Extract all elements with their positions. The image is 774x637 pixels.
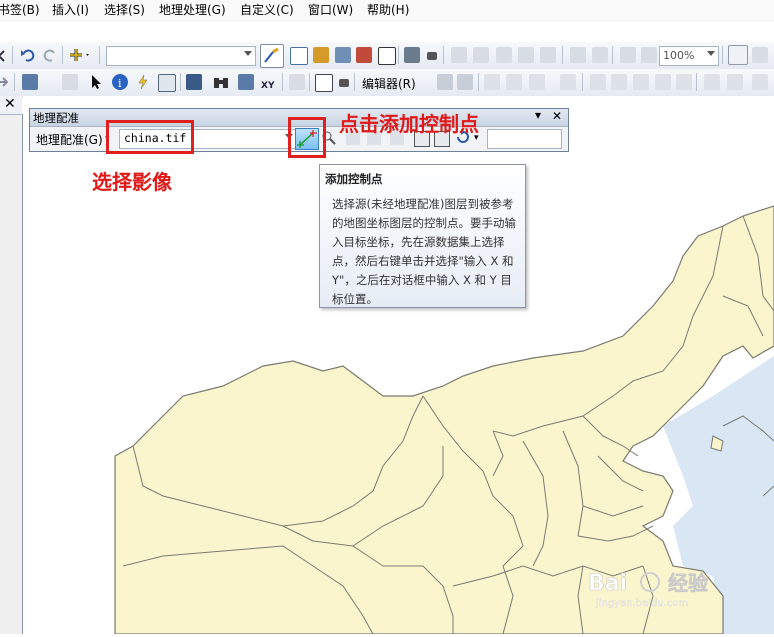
georeferencing-title: 地理配准 bbox=[33, 111, 79, 125]
annotation-select-image: 选择影像 bbox=[92, 170, 172, 194]
end-point-arc-icon[interactable] bbox=[506, 74, 522, 90]
python-window-icon[interactable] bbox=[378, 47, 396, 65]
chevron-left-icon[interactable] bbox=[0, 48, 6, 64]
baidu-logo: Bai 经验 jingyan.baidu.com bbox=[588, 571, 709, 609]
zoom-out-page-icon[interactable] bbox=[592, 47, 608, 63]
edit-annotation-icon[interactable] bbox=[457, 74, 473, 90]
undo-icon[interactable] bbox=[20, 47, 36, 63]
georeferencing-menu[interactable]: 地理配准(G) bbox=[36, 131, 103, 148]
redo-icon[interactable] bbox=[42, 47, 58, 63]
previous-extent-icon[interactable] bbox=[620, 47, 636, 63]
menu-bookmarks[interactable]: 书签(B) bbox=[0, 2, 40, 18]
sketch-properties-icon[interactable] bbox=[727, 74, 743, 90]
clear-selection-icon[interactable] bbox=[62, 74, 78, 90]
arrow-right-icon[interactable] bbox=[0, 74, 9, 90]
catalog-icon[interactable] bbox=[313, 47, 329, 63]
menu-selection[interactable]: 选择(S) bbox=[104, 2, 145, 18]
zoom-in-page-icon[interactable] bbox=[570, 47, 586, 63]
fixed-zoom-in-icon[interactable] bbox=[451, 47, 467, 63]
point-icon[interactable] bbox=[560, 74, 576, 90]
svg-text:XY: XY bbox=[261, 81, 275, 90]
page-layout-icon[interactable] bbox=[728, 45, 748, 65]
hyperlink-icon[interactable] bbox=[135, 74, 151, 90]
viewer-window-icon[interactable] bbox=[315, 74, 333, 92]
menu-help[interactable]: 帮助(H) bbox=[367, 2, 409, 18]
edit-tool-icon[interactable] bbox=[437, 74, 453, 90]
close-icon[interactable]: ✕ bbox=[4, 96, 16, 112]
standard-toolbar-row: 100% bbox=[0, 42, 774, 70]
attributes-icon[interactable] bbox=[704, 74, 720, 90]
layout-view-icon[interactable] bbox=[752, 47, 768, 63]
tooltip: 添加控制点 选择源(未经地理配准)图层到被参考的地图坐标图层的控制点。要手动输入… bbox=[319, 164, 526, 308]
watermark-url: jingyan.baidu.com bbox=[595, 598, 688, 608]
tooltip-body: 选择源(未经地理配准)图层到被参考的地图坐标图层的控制点。要手动输入目标坐标，先… bbox=[332, 197, 516, 306]
editor-menu[interactable]: 编辑器(R) bbox=[362, 75, 416, 92]
annotation-click-add: 点击添加控制点 bbox=[339, 112, 479, 136]
menu-bar: 书签(B) 插入(I) 选择(S) 地理处理(G) 自定义(C) 窗口(W) 帮… bbox=[0, 0, 774, 21]
zoom-value: 100% bbox=[663, 49, 695, 62]
model-builder-icon[interactable] bbox=[404, 47, 420, 63]
next-extent-icon[interactable] bbox=[641, 47, 657, 63]
toolbar-options-icon[interactable] bbox=[427, 52, 437, 60]
fixed-zoom-out-icon[interactable] bbox=[473, 47, 489, 63]
go-to-xy-icon[interactable]: XY bbox=[260, 74, 276, 91]
trace-icon[interactable] bbox=[529, 74, 545, 90]
zoom-to-layer-icon[interactable] bbox=[540, 47, 556, 63]
menu-insert[interactable]: 插入(I) bbox=[52, 2, 89, 18]
zoom-combo[interactable]: 100% bbox=[659, 46, 719, 66]
select-features-icon[interactable] bbox=[22, 74, 38, 90]
menu-geoprocessing[interactable]: 地理处理(G) bbox=[159, 2, 226, 18]
menu-windows[interactable]: 窗口(W) bbox=[308, 2, 353, 18]
find-icon[interactable] bbox=[213, 74, 229, 90]
rotate-angle-input[interactable] bbox=[487, 129, 562, 149]
select-elements-icon[interactable] bbox=[88, 74, 104, 90]
svg-text:i: i bbox=[118, 77, 122, 90]
add-data-icon[interactable] bbox=[68, 47, 89, 63]
toc-panel bbox=[0, 114, 23, 634]
baidu-watermark: Bai 经验 jingyan.baidu.com bbox=[588, 568, 738, 611]
menu-customize[interactable]: 自定义(C) bbox=[240, 2, 294, 18]
identify-icon[interactable]: i bbox=[112, 74, 128, 90]
html-popup-icon[interactable] bbox=[158, 74, 176, 92]
search-window-icon[interactable] bbox=[335, 47, 351, 63]
create-features-icon[interactable] bbox=[752, 74, 768, 90]
scale-combo[interactable] bbox=[106, 46, 256, 66]
find-route-icon[interactable] bbox=[238, 74, 254, 90]
select-image-highlight bbox=[106, 120, 194, 154]
arctoolbox-icon[interactable] bbox=[356, 47, 372, 63]
split-icon[interactable] bbox=[655, 74, 671, 90]
table-of-contents-icon[interactable] bbox=[290, 47, 308, 65]
toolbar-options-2-icon[interactable] bbox=[339, 79, 349, 87]
rotate-icon[interactable] bbox=[676, 74, 692, 90]
pan-icon[interactable] bbox=[496, 47, 512, 63]
close-icon[interactable]: ✕ bbox=[552, 109, 562, 123]
measure-icon[interactable] bbox=[186, 74, 202, 90]
watermark-brand: Bai bbox=[588, 571, 627, 596]
pin-dropdown-icon[interactable]: ▾ bbox=[535, 108, 541, 122]
add-control-point-highlight bbox=[288, 117, 326, 158]
straight-segment-icon[interactable] bbox=[484, 74, 500, 90]
full-extent-icon[interactable] bbox=[518, 47, 534, 63]
time-slider-icon[interactable] bbox=[289, 74, 305, 90]
editor-toolbar-icon[interactable] bbox=[260, 44, 284, 68]
tools-toolbar: i XY 编辑器(R) bbox=[0, 69, 774, 97]
watermark-brand2: 经验 bbox=[668, 571, 708, 595]
reshape-icon[interactable] bbox=[611, 74, 627, 90]
cut-polygons-icon[interactable] bbox=[633, 74, 649, 90]
tooltip-title: 添加控制点 bbox=[325, 172, 383, 186]
edit-vertices-icon[interactable] bbox=[590, 74, 606, 90]
